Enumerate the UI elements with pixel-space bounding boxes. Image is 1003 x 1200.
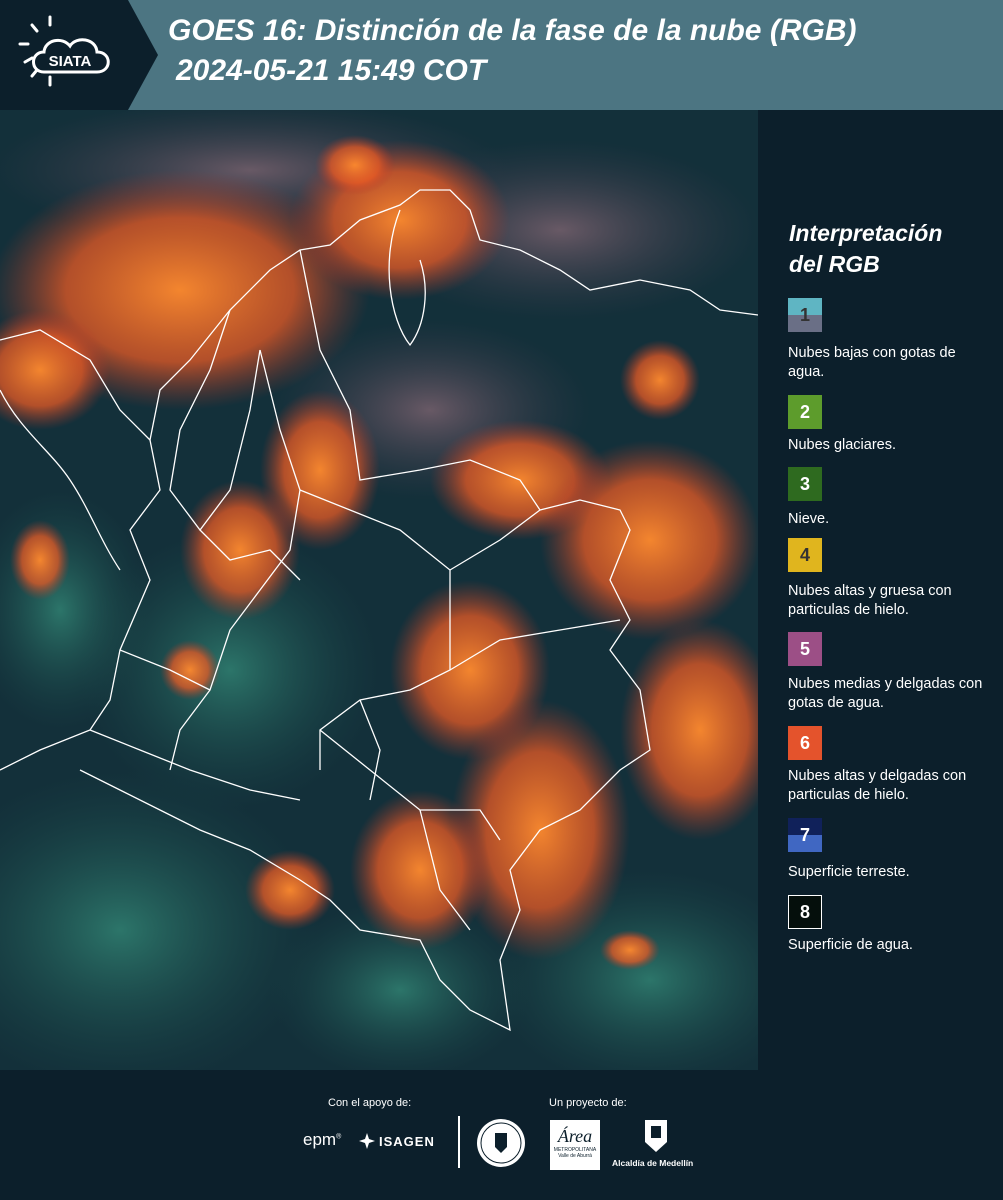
legend-swatch-7: 7 bbox=[788, 818, 822, 852]
legend-swatch-number: 6 bbox=[799, 732, 810, 753]
epm-logo-text: epm bbox=[303, 1130, 337, 1149]
legend-heading-line1: Interpretación bbox=[789, 220, 943, 246]
legend-label-6: Nubes altas y delgadas con particulas de… bbox=[788, 768, 967, 803]
isagen-logo-text: ISAGEN bbox=[379, 1133, 435, 1149]
legend-heading: Interpretación del RGB bbox=[789, 218, 994, 280]
header-bar: SIATA GOES 16: Distinción de la fase de … bbox=[0, 0, 1003, 110]
satellite-map bbox=[0, 110, 758, 1070]
siata-logo-shape: SIATA bbox=[0, 0, 158, 110]
legend-swatch-number: 2 bbox=[799, 401, 810, 422]
alcaldia-medellin-text: Alcaldía de Medellín bbox=[612, 1158, 694, 1168]
siata-logo: SIATA bbox=[0, 0, 160, 110]
page-title: GOES 16: Distinción de la fase de la nub… bbox=[168, 14, 857, 47]
antioquia-seal-icon bbox=[477, 1119, 525, 1167]
legend-panel: Interpretación del RGB 1 Nubes bajas con… bbox=[760, 110, 1003, 1070]
legend-swatch-number: 1 bbox=[799, 304, 810, 325]
legend-swatch-number: 8 bbox=[799, 901, 810, 922]
legend-swatch-1: 1 bbox=[788, 298, 822, 332]
legend-heading-line2: del RGB bbox=[789, 251, 880, 277]
isagen-star-icon bbox=[359, 1133, 375, 1149]
legend-label-1: Nubes bajas con gotas de agua. bbox=[788, 345, 956, 380]
area-logo-text: Área bbox=[557, 1126, 593, 1146]
logo-text: SIATA bbox=[49, 53, 92, 70]
valle-aburra-text: Valle de Aburrá bbox=[558, 1153, 592, 1159]
legend-swatch-2: 2 bbox=[788, 395, 822, 429]
legend-swatch-4: 4 bbox=[788, 538, 822, 572]
epm-logo: epm® bbox=[303, 1130, 342, 1149]
legend-label-3: Nieve. bbox=[788, 511, 830, 527]
legend-swatch-number: 4 bbox=[799, 544, 810, 565]
medellin-shield-icon bbox=[645, 1120, 667, 1152]
timestamp: 2024-05-21 15:49 COT bbox=[176, 54, 487, 87]
legend-swatch-number: 5 bbox=[799, 638, 810, 659]
legend-swatch-3: 3 bbox=[788, 467, 822, 501]
footer-bar: Con el apoyo de: Un proyecto de: epm® IS… bbox=[0, 1070, 1003, 1200]
legend-label-8: Superficie de agua. bbox=[788, 937, 913, 953]
legend-swatch-number: 3 bbox=[799, 473, 810, 494]
legend-label-5: Nubes medias y delgadas con gotas de agu… bbox=[788, 676, 983, 711]
legend-swatch-8: 8 bbox=[788, 895, 822, 929]
legend-label-2: Nubes glaciares. bbox=[788, 437, 896, 453]
legend-label-4: Nubes altas y gruesa con particulas de h… bbox=[788, 583, 952, 618]
isagen-logo: ISAGEN bbox=[358, 1132, 435, 1150]
project-label: Un proyecto de: bbox=[549, 1097, 627, 1109]
legend-swatch-number: 7 bbox=[799, 824, 810, 845]
satellite-image bbox=[0, 110, 758, 1070]
legend-swatch-5: 5 bbox=[788, 632, 822, 666]
area-metropolitana-logo: Área METROPOLITANA Valle de Aburrá bbox=[550, 1120, 600, 1170]
footer-divider bbox=[458, 1116, 460, 1168]
legend-label-7: Superficie terreste. bbox=[788, 864, 910, 880]
support-label: Con el apoyo de: bbox=[328, 1097, 412, 1109]
legend-swatch-6: 6 bbox=[788, 726, 822, 760]
